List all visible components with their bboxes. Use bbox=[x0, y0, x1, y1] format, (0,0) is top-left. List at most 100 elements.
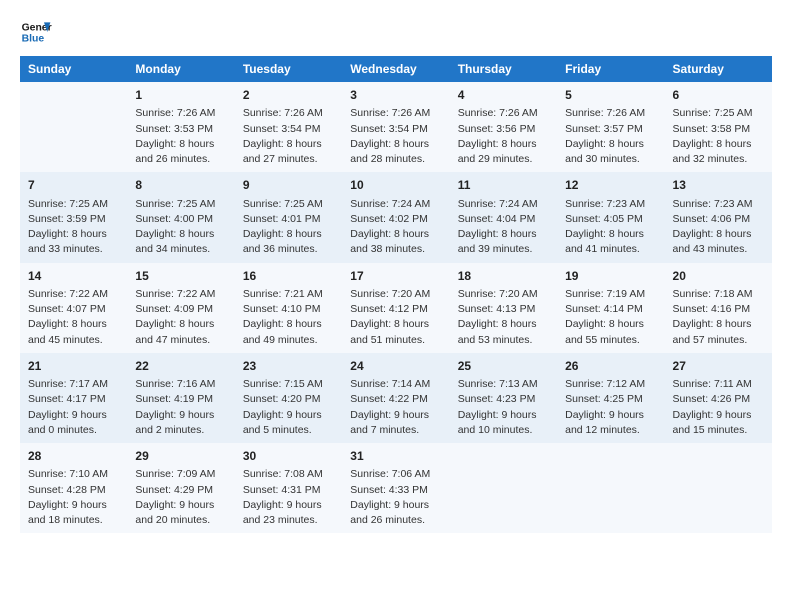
day-info: Sunrise: 7:22 AMSunset: 4:09 PMDaylight:… bbox=[135, 287, 226, 348]
day-cell bbox=[665, 443, 772, 533]
column-header-saturday: Saturday bbox=[665, 56, 772, 82]
column-header-tuesday: Tuesday bbox=[235, 56, 342, 82]
day-cell: 24 Sunrise: 7:14 AMSunset: 4:22 PMDayligh… bbox=[342, 353, 449, 443]
day-info: Sunrise: 7:14 AMSunset: 4:22 PMDaylight:… bbox=[350, 377, 441, 438]
logo-icon: General Blue bbox=[20, 16, 52, 48]
day-number: 12 bbox=[565, 177, 656, 194]
day-info: Sunrise: 7:17 AMSunset: 4:17 PMDaylight:… bbox=[28, 377, 119, 438]
day-cell: 8 Sunrise: 7:25 AMSunset: 4:00 PMDaylight… bbox=[127, 172, 234, 262]
day-cell: 13 Sunrise: 7:23 AMSunset: 4:06 PMDayligh… bbox=[665, 172, 772, 262]
day-number: 14 bbox=[28, 268, 119, 285]
day-cell: 4 Sunrise: 7:26 AMSunset: 3:56 PMDaylight… bbox=[450, 82, 557, 172]
day-cell: 15 Sunrise: 7:22 AMSunset: 4:09 PMDayligh… bbox=[127, 263, 234, 353]
column-header-wednesday: Wednesday bbox=[342, 56, 449, 82]
day-cell: 16Sunrise: 7:21 AMSunset: 4:10 PMDayligh… bbox=[235, 263, 342, 353]
day-number: 24 bbox=[350, 358, 441, 375]
day-number: 8 bbox=[135, 177, 226, 194]
column-header-thursday: Thursday bbox=[450, 56, 557, 82]
day-info: Sunrise: 7:25 AMSunset: 3:58 PMDaylight:… bbox=[673, 106, 764, 167]
day-number: 11 bbox=[458, 177, 549, 194]
day-cell: 20 Sunrise: 7:18 AMSunset: 4:16 PMDayligh… bbox=[665, 263, 772, 353]
day-info: Sunrise: 7:06 AMSunset: 4:33 PMDaylight:… bbox=[350, 467, 441, 528]
day-info: Sunrise: 7:25 AMSunset: 4:01 PMDaylight:… bbox=[243, 197, 334, 258]
day-info: Sunrise: 7:09 AMSunset: 4:29 PMDaylight:… bbox=[135, 467, 226, 528]
day-cell: 2 Sunrise: 7:26 AMSunset: 3:54 PMDaylight… bbox=[235, 82, 342, 172]
day-cell: 28 Sunrise: 7:10 AMSunset: 4:28 PMDayligh… bbox=[20, 443, 127, 533]
week-row-5: 28 Sunrise: 7:10 AMSunset: 4:28 PMDayligh… bbox=[20, 443, 772, 533]
day-info: Sunrise: 7:26 AMSunset: 3:56 PMDaylight:… bbox=[458, 106, 549, 167]
header-row: SundayMondayTuesdayWednesdayThursdayFrid… bbox=[20, 56, 772, 82]
day-info: Sunrise: 7:26 AMSunset: 3:53 PMDaylight:… bbox=[135, 106, 226, 167]
column-header-monday: Monday bbox=[127, 56, 234, 82]
day-info: Sunrise: 7:20 AMSunset: 4:12 PMDaylight:… bbox=[350, 287, 441, 348]
day-cell: 25 Sunrise: 7:13 AMSunset: 4:23 PMDayligh… bbox=[450, 353, 557, 443]
day-info: Sunrise: 7:13 AMSunset: 4:23 PMDaylight:… bbox=[458, 377, 549, 438]
day-info: Sunrise: 7:26 AMSunset: 3:54 PMDaylight:… bbox=[350, 106, 441, 167]
day-cell: 22 Sunrise: 7:16 AMSunset: 4:19 PMDayligh… bbox=[127, 353, 234, 443]
week-row-3: 14Sunrise: 7:22 AMSunset: 4:07 PMDayligh… bbox=[20, 263, 772, 353]
day-number: 20 bbox=[673, 268, 764, 285]
day-info: Sunrise: 7:25 AMSunset: 4:00 PMDaylight:… bbox=[135, 197, 226, 258]
day-info: Sunrise: 7:26 AMSunset: 3:54 PMDaylight:… bbox=[243, 106, 334, 167]
day-info: Sunrise: 7:19 AMSunset: 4:14 PMDaylight:… bbox=[565, 287, 656, 348]
day-cell bbox=[557, 443, 664, 533]
day-cell: 30Sunrise: 7:08 AMSunset: 4:31 PMDayligh… bbox=[235, 443, 342, 533]
day-cell: 9 Sunrise: 7:25 AMSunset: 4:01 PMDaylight… bbox=[235, 172, 342, 262]
day-cell: 17 Sunrise: 7:20 AMSunset: 4:12 PMDayligh… bbox=[342, 263, 449, 353]
day-cell: 12 Sunrise: 7:23 AMSunset: 4:05 PMDayligh… bbox=[557, 172, 664, 262]
day-number: 1 bbox=[135, 87, 226, 104]
day-cell: 11 Sunrise: 7:24 AMSunset: 4:04 PMDayligh… bbox=[450, 172, 557, 262]
day-number: 22 bbox=[135, 358, 226, 375]
day-number: 23 bbox=[243, 358, 334, 375]
logo: General Blue bbox=[20, 16, 52, 48]
day-info: Sunrise: 7:18 AMSunset: 4:16 PMDaylight:… bbox=[673, 287, 764, 348]
day-info: Sunrise: 7:25 AMSunset: 3:59 PMDaylight:… bbox=[28, 197, 119, 258]
day-info: Sunrise: 7:15 AMSunset: 4:20 PMDaylight:… bbox=[243, 377, 334, 438]
day-cell: 23 Sunrise: 7:15 AMSunset: 4:20 PMDayligh… bbox=[235, 353, 342, 443]
day-cell: 1 Sunrise: 7:26 AMSunset: 3:53 PMDaylight… bbox=[127, 82, 234, 172]
day-number: 10 bbox=[350, 177, 441, 194]
day-info: Sunrise: 7:24 AMSunset: 4:02 PMDaylight:… bbox=[350, 197, 441, 258]
day-cell: 14Sunrise: 7:22 AMSunset: 4:07 PMDayligh… bbox=[20, 263, 127, 353]
day-cell: 27 Sunrise: 7:11 AMSunset: 4:26 PMDayligh… bbox=[665, 353, 772, 443]
column-header-sunday: Sunday bbox=[20, 56, 127, 82]
day-cell: 26 Sunrise: 7:12 AMSunset: 4:25 PMDayligh… bbox=[557, 353, 664, 443]
day-number: 29 bbox=[135, 448, 226, 465]
day-info: Sunrise: 7:10 AMSunset: 4:28 PMDaylight:… bbox=[28, 467, 119, 528]
day-info: Sunrise: 7:20 AMSunset: 4:13 PMDaylight:… bbox=[458, 287, 549, 348]
day-info: Sunrise: 7:08 AMSunset: 4:31 PMDaylight:… bbox=[243, 467, 334, 528]
day-info: Sunrise: 7:12 AMSunset: 4:25 PMDaylight:… bbox=[565, 377, 656, 438]
day-number: 13 bbox=[673, 177, 764, 194]
day-cell: 29 Sunrise: 7:09 AMSunset: 4:29 PMDayligh… bbox=[127, 443, 234, 533]
day-number: 31 bbox=[350, 448, 441, 465]
day-number: 4 bbox=[458, 87, 549, 104]
day-cell: 10 Sunrise: 7:24 AMSunset: 4:02 PMDayligh… bbox=[342, 172, 449, 262]
day-number: 26 bbox=[565, 358, 656, 375]
day-info: Sunrise: 7:16 AMSunset: 4:19 PMDaylight:… bbox=[135, 377, 226, 438]
day-number: 2 bbox=[243, 87, 334, 104]
day-cell: 3 Sunrise: 7:26 AMSunset: 3:54 PMDaylight… bbox=[342, 82, 449, 172]
day-number: 25 bbox=[458, 358, 549, 375]
day-number: 21 bbox=[28, 358, 119, 375]
day-number: 16 bbox=[243, 268, 334, 285]
svg-text:Blue: Blue bbox=[22, 34, 45, 45]
day-cell: 18 Sunrise: 7:20 AMSunset: 4:13 PMDayligh… bbox=[450, 263, 557, 353]
day-number: 9 bbox=[243, 177, 334, 194]
day-info: Sunrise: 7:26 AMSunset: 3:57 PMDaylight:… bbox=[565, 106, 656, 167]
day-number: 15 bbox=[135, 268, 226, 285]
day-cell bbox=[450, 443, 557, 533]
day-number: 17 bbox=[350, 268, 441, 285]
day-number: 27 bbox=[673, 358, 764, 375]
day-number: 18 bbox=[458, 268, 549, 285]
column-header-friday: Friday bbox=[557, 56, 664, 82]
day-info: Sunrise: 7:24 AMSunset: 4:04 PMDaylight:… bbox=[458, 197, 549, 258]
day-number: 28 bbox=[28, 448, 119, 465]
calendar-table: SundayMondayTuesdayWednesdayThursdayFrid… bbox=[20, 56, 772, 533]
day-number: 7 bbox=[28, 177, 119, 194]
day-info: Sunrise: 7:23 AMSunset: 4:05 PMDaylight:… bbox=[565, 197, 656, 258]
day-info: Sunrise: 7:11 AMSunset: 4:26 PMDaylight:… bbox=[673, 377, 764, 438]
day-number: 5 bbox=[565, 87, 656, 104]
day-info: Sunrise: 7:23 AMSunset: 4:06 PMDaylight:… bbox=[673, 197, 764, 258]
day-number: 3 bbox=[350, 87, 441, 104]
week-row-1: 1 Sunrise: 7:26 AMSunset: 3:53 PMDaylight… bbox=[20, 82, 772, 172]
